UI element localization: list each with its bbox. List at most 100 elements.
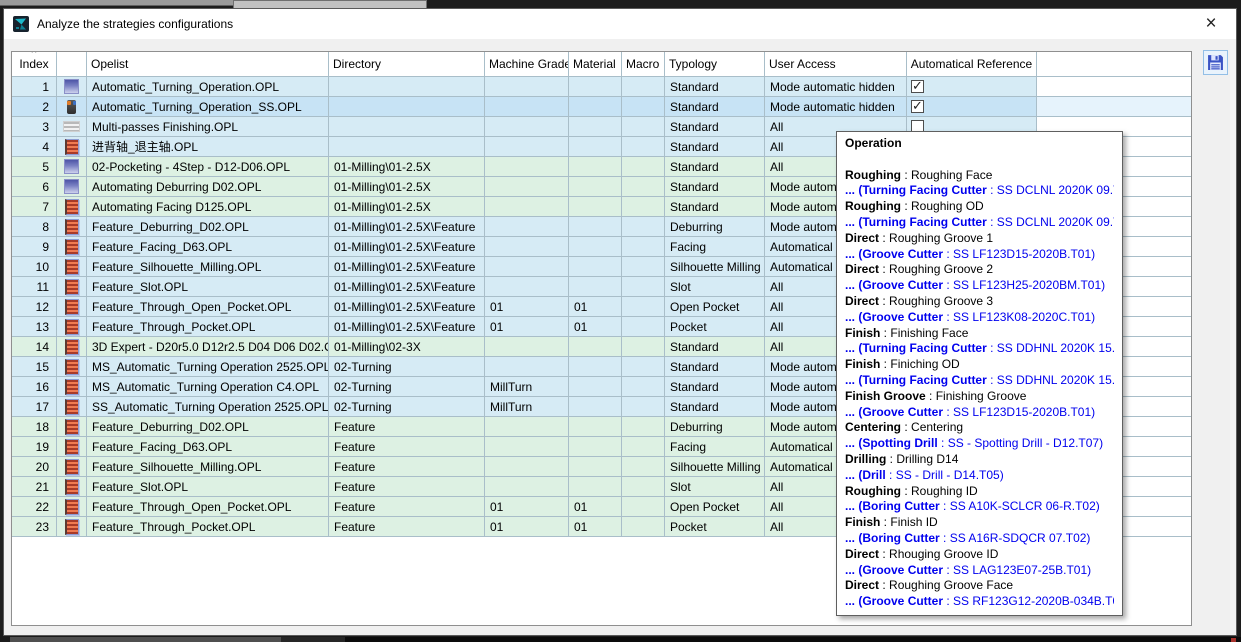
cell-macro	[622, 477, 665, 496]
cell-text: Facing	[670, 440, 706, 454]
cell-macro	[622, 157, 665, 176]
cell-text: 01	[490, 300, 503, 314]
cell-typology: Standard	[665, 197, 765, 216]
cell-icon	[57, 317, 87, 336]
cell-directory: Feature	[329, 477, 485, 496]
table-row[interactable]: 2Automatic_Turning_Operation_SS.OPLStand…	[12, 97, 1191, 117]
column-header-machine_grade[interactable]: Machine Grade	[485, 52, 569, 77]
cell-icon	[57, 257, 87, 276]
cell-user_access: Mode automatic hidden	[765, 97, 907, 116]
cell-text: Automatic_Turning_Operation.OPL	[92, 80, 279, 94]
column-header-directory[interactable]: Directory	[329, 52, 485, 77]
cell-material	[569, 177, 622, 196]
automatical-reference-checkbox[interactable]	[911, 80, 924, 93]
cell-text: 01	[490, 520, 503, 534]
cell-icon	[57, 217, 87, 236]
column-header-auto_ref[interactable]: Automatical Reference	[907, 52, 1037, 77]
column-header-typology[interactable]: Typology	[665, 52, 765, 77]
cell-text: 11	[37, 280, 49, 294]
cell-text: Standard	[670, 100, 719, 114]
cell-directory: 02-Turning	[329, 397, 485, 416]
title-bar[interactable]: Analyze the strategies configurations ×	[4, 9, 1236, 39]
cell-text: Feature_Silhouette_Milling.OPL	[92, 260, 261, 274]
cell-directory: Feature	[329, 517, 485, 536]
cell-icon	[57, 457, 87, 476]
cell-directory: Feature	[329, 457, 485, 476]
cell-opelist: SS_Automatic_Turning Operation 2525.OPL	[87, 397, 329, 416]
red-doc-icon	[65, 359, 79, 375]
operation-line: DrillingDrilling D14	[845, 452, 1114, 468]
red-doc-icon	[65, 139, 79, 155]
cell-user_access: Mode automatic hidden	[765, 77, 907, 96]
cell-macro	[622, 137, 665, 156]
cell-text: Standard	[670, 180, 719, 194]
cell-extra	[1037, 77, 1192, 96]
cell-text: 01-Milling\01-2.5X\Feature	[334, 300, 475, 314]
column-header-opelist[interactable]: Opelist	[87, 52, 329, 77]
cell-typology: Silhouette Milling	[665, 257, 765, 276]
cell-index: 3	[12, 117, 57, 136]
cell-text: All	[770, 340, 783, 354]
column-header-material[interactable]: Material	[569, 52, 622, 77]
cell-text: 7	[42, 200, 49, 214]
red-doc-icon	[65, 199, 79, 215]
save-button[interactable]	[1203, 50, 1228, 75]
cell-machine_grade	[485, 197, 569, 216]
cell-text: 02-Turning	[334, 400, 392, 414]
column-header-icon[interactable]	[57, 52, 87, 77]
operation-line: RoughingRoughing Face	[845, 168, 1114, 184]
cell-text: Slot	[670, 480, 691, 494]
cell-macro	[622, 417, 665, 436]
tool-reference-line: Groove CutterSS LF123D15-2020B.T01	[845, 405, 1114, 421]
red-doc-icon	[65, 299, 79, 315]
app-icon	[13, 16, 29, 32]
cell-text: Feature	[334, 460, 375, 474]
cell-directory: 01-Milling\02-3X	[329, 337, 485, 356]
cell-macro	[622, 117, 665, 136]
automatical-reference-checkbox[interactable]	[911, 100, 924, 113]
cell-machine_grade	[485, 257, 569, 276]
cell-opelist: Automatic_Turning_Operation.OPL	[87, 77, 329, 96]
column-header-label: Opelist	[91, 57, 128, 71]
cell-text: Open Pocket	[670, 500, 739, 514]
cell-material	[569, 237, 622, 256]
cell-icon	[57, 477, 87, 496]
cell-text: All	[770, 480, 783, 494]
table-row[interactable]: 1Automatic_Turning_Operation.OPLStandard…	[12, 77, 1191, 97]
column-header-index[interactable]: ^Index	[12, 52, 57, 77]
cell-typology: Standard	[665, 77, 765, 96]
cell-macro	[622, 357, 665, 376]
cell-text: Automating Facing D125.OPL	[92, 200, 251, 214]
cell-text: Feature_Silhouette_Milling.OPL	[92, 460, 261, 474]
cell-material	[569, 97, 622, 116]
cell-text: Feature_Through_Open_Pocket.OPL	[92, 500, 291, 514]
cell-index: 5	[12, 157, 57, 176]
column-header-label: Directory	[333, 57, 381, 71]
cell-material	[569, 457, 622, 476]
cell-material	[569, 117, 622, 136]
cell-text: Mode automatic hidden	[770, 100, 895, 114]
cell-text: 16	[36, 380, 49, 394]
cell-typology: Standard	[665, 397, 765, 416]
column-header-user_access[interactable]: User Access	[765, 52, 907, 77]
cell-text: 8	[42, 220, 49, 234]
cell-opelist: Feature_Silhouette_Milling.OPL	[87, 457, 329, 476]
column-header-macro[interactable]: Macro	[622, 52, 665, 77]
cell-automatical-reference	[907, 97, 1037, 116]
taskbar-fragment	[281, 637, 345, 642]
tool-reference-line: Groove CutterSS LF123D15-2020B.T01	[845, 247, 1114, 263]
cell-index: 14	[12, 337, 57, 356]
cell-text: 21	[36, 480, 49, 494]
cell-text: 02-Turning	[334, 380, 392, 394]
cell-typology: Standard	[665, 357, 765, 376]
cell-text: Standard	[670, 120, 719, 134]
column-header-extra[interactable]	[1037, 52, 1192, 77]
cell-opelist: Automating Deburring D02.OPL	[87, 177, 329, 196]
cell-directory: 01-Milling\01-2.5X\Feature	[329, 277, 485, 296]
cell-opelist: Feature_Slot.OPL	[87, 277, 329, 296]
cell-macro	[622, 337, 665, 356]
cell-text: Open Pocket	[670, 300, 739, 314]
cell-text: 02-Turning	[334, 360, 392, 374]
close-icon[interactable]: ×	[1198, 11, 1224, 37]
cell-text: 18	[36, 420, 49, 434]
